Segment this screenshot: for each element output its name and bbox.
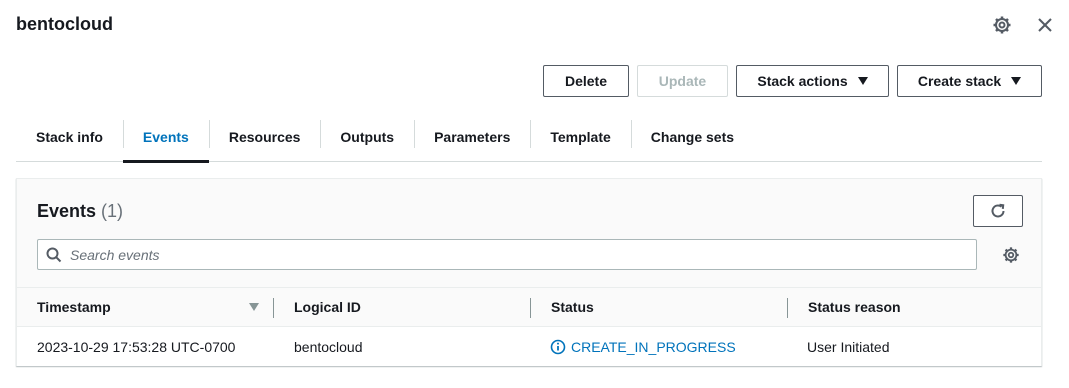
- preferences-gear-icon[interactable]: [999, 243, 1023, 267]
- tab-outputs[interactable]: Outputs: [320, 112, 414, 161]
- table-row: 2023-10-29 17:53:28 UTC-0700 bentocloud …: [17, 327, 1041, 366]
- gear-icon[interactable]: [990, 13, 1014, 37]
- events-title: Events: [37, 201, 97, 221]
- tab-resources[interactable]: Resources: [208, 112, 321, 161]
- page-title: bentocloud: [16, 14, 113, 34]
- status-text: CREATE_IN_PROGRESS: [571, 338, 736, 355]
- column-divider[interactable]: [787, 298, 788, 318]
- tab-label: Stack info: [36, 128, 103, 145]
- close-icon[interactable]: [1033, 13, 1057, 37]
- column-header-status[interactable]: Status: [551, 288, 594, 326]
- delete-button-label: Delete: [564, 73, 608, 89]
- tab-parameters[interactable]: Parameters: [414, 112, 530, 161]
- tab-label: Change sets: [650, 128, 735, 145]
- events-count: (1): [101, 201, 124, 221]
- search-events-field: [37, 239, 977, 270]
- tab-template[interactable]: Template: [530, 112, 630, 161]
- update-button[interactable]: Update: [637, 65, 728, 97]
- column-divider[interactable]: [530, 298, 531, 318]
- cell-logical-id: bentocloud: [294, 338, 363, 355]
- search-icon: [38, 247, 70, 263]
- tab-label: Template: [550, 128, 611, 145]
- events-heading: Events (1): [37, 201, 123, 222]
- delete-button[interactable]: Delete: [543, 65, 629, 97]
- stack-tabs: Stack info Events Resources Outputs Para…: [16, 112, 1042, 163]
- events-panel: Events (1) Search events Timestamp Logic…: [16, 178, 1042, 366]
- search-events-input[interactable]: [70, 246, 976, 263]
- refresh-button[interactable]: [973, 195, 1023, 227]
- tab-change-sets[interactable]: Change sets: [630, 112, 754, 161]
- info-icon: [550, 339, 566, 354]
- events-table-header: Timestamp Logical ID Status Status reaso…: [17, 287, 1041, 327]
- cell-status-reason: User Initiated: [807, 338, 890, 355]
- column-header-status-reason[interactable]: Status reason: [808, 288, 901, 326]
- sort-descending-icon[interactable]: [249, 303, 259, 311]
- tab-label: Events: [142, 128, 189, 145]
- cell-status[interactable]: CREATE_IN_PROGRESS: [550, 327, 736, 366]
- tab-label: Parameters: [434, 128, 511, 145]
- caret-down-icon: [1011, 77, 1022, 85]
- tab-stack-info[interactable]: Stack info: [16, 112, 123, 161]
- create-stack-label: Create stack: [917, 73, 1002, 89]
- tab-events[interactable]: Events: [122, 112, 209, 163]
- caret-down-icon: [857, 77, 868, 85]
- stack-actions-button[interactable]: Stack actions: [736, 65, 889, 97]
- create-stack-button[interactable]: Create stack: [897, 65, 1042, 97]
- column-header-timestamp[interactable]: Timestamp: [37, 288, 111, 326]
- tab-label: Resources: [228, 128, 301, 145]
- column-header-logical-id[interactable]: Logical ID: [294, 288, 361, 326]
- refresh-icon: [991, 203, 1005, 218]
- column-divider[interactable]: [273, 298, 274, 318]
- stack-actions-label: Stack actions: [757, 73, 848, 89]
- tab-label: Outputs: [340, 128, 395, 145]
- update-button-label: Update: [658, 73, 707, 89]
- cell-timestamp: 2023-10-29 17:53:28 UTC-0700: [37, 338, 236, 355]
- stack-details-page: bentocloud Delete Update Stack actions C…: [0, 0, 1069, 388]
